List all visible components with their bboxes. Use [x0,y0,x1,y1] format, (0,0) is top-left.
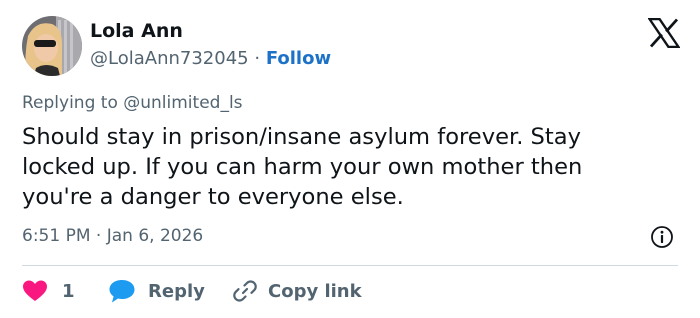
author-handle[interactable]: @LolaAnn732045 [90,48,249,69]
speech-bubble-icon [109,280,135,303]
reply-button[interactable]: Reply [108,276,205,306]
author-handle-line: @LolaAnn732045 · Follow [90,48,331,69]
tweet-text-line: you're a danger to everyone else. [22,184,404,210]
replying-to-label: Replying to [22,93,118,113]
mention-link[interactable]: @unlimited_ls [123,93,242,113]
heart-icon [23,280,47,301]
copy-link-button[interactable]: Copy link [232,276,362,306]
info-icon[interactable] [650,225,674,249]
follow-button[interactable]: Follow [266,48,331,69]
tweet-text-line: Should stay in prison/insane asylum fore… [22,124,581,150]
tweet-text-line: locked up. If you can harm your own moth… [22,154,583,180]
x-logo-icon[interactable] [647,17,681,49]
like-count: 1 [62,280,75,302]
avatar-photo [22,16,82,76]
tweet-text: Should stay in prison/insane asylum fore… [22,122,682,212]
author-name[interactable]: Lola Ann [90,20,183,42]
link-icon [233,280,257,302]
handle-separator: · [254,48,261,69]
avatar[interactable] [22,16,82,76]
divider [22,265,678,266]
replying-to: Replying to @unlimited_ls [22,93,243,113]
copy-link-label: Copy link [268,280,362,302]
reply-label: Reply [148,280,205,302]
like-button[interactable]: 1 [22,276,75,306]
tweet-timestamp[interactable]: 6:51 PM · Jan 6, 2026 [22,226,203,246]
